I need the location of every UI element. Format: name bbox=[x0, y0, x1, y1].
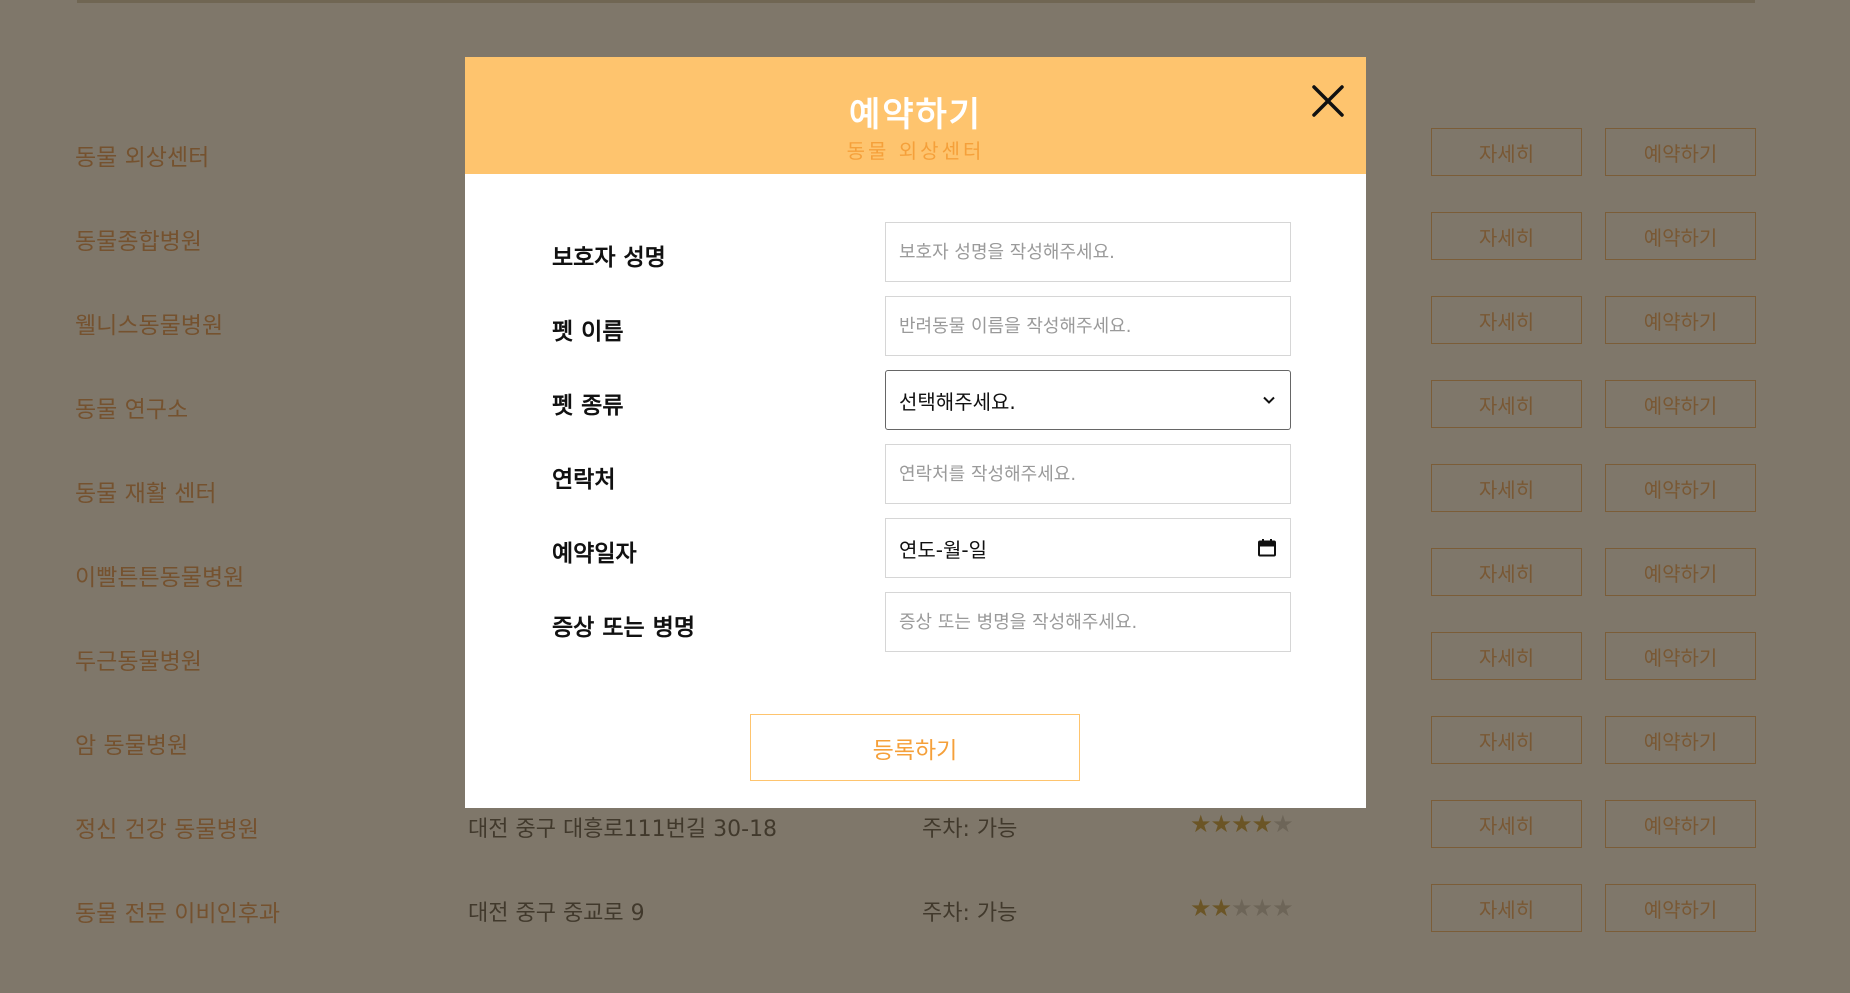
reservation-date-label: 예약일자 bbox=[552, 541, 637, 567]
pet-type-label: 펫 종류 bbox=[552, 393, 624, 419]
symptom-input[interactable] bbox=[885, 592, 1291, 652]
chevron-down-icon bbox=[1263, 396, 1275, 404]
reservation-date-value: 연도-월-일 bbox=[899, 537, 988, 562]
symptom-row: 증상 또는 병명 bbox=[465, 592, 1366, 652]
calendar-icon[interactable] bbox=[1257, 538, 1277, 558]
reservation-date-input[interactable]: 연도-월-일 bbox=[885, 518, 1291, 578]
pet-type-select[interactable]: 선택해주세요. bbox=[885, 370, 1291, 430]
pet-type-row: 펫 종류 선택해주세요. bbox=[465, 370, 1366, 430]
modal-subtitle: 동물 외상센터 bbox=[846, 139, 985, 163]
reservation-modal: 예약하기 동물 외상센터 보호자 성명 펫 이름 펫 종류 선택해주세요. 연락… bbox=[465, 57, 1366, 808]
reservation-date-row: 예약일자 연도-월-일 bbox=[465, 518, 1366, 578]
pet-name-row: 펫 이름 bbox=[465, 296, 1366, 356]
symptom-label: 증상 또는 병명 bbox=[552, 615, 695, 641]
pet-type-selected-value: 선택해주세요. bbox=[899, 389, 1016, 414]
submit-button[interactable]: 등록하기 bbox=[750, 714, 1080, 781]
guardian-name-row: 보호자 성명 bbox=[465, 222, 1366, 282]
contact-input[interactable] bbox=[885, 444, 1291, 504]
guardian-name-label: 보호자 성명 bbox=[552, 245, 666, 271]
guardian-name-input[interactable] bbox=[885, 222, 1291, 282]
modal-title: 예약하기 bbox=[848, 95, 983, 135]
modal-header: 예약하기 동물 외상센터 bbox=[465, 57, 1366, 174]
pet-name-input[interactable] bbox=[885, 296, 1291, 356]
contact-row: 연락처 bbox=[465, 444, 1366, 504]
close-icon[interactable] bbox=[1308, 81, 1348, 121]
contact-label: 연락처 bbox=[552, 467, 616, 493]
pet-name-label: 펫 이름 bbox=[552, 319, 624, 345]
